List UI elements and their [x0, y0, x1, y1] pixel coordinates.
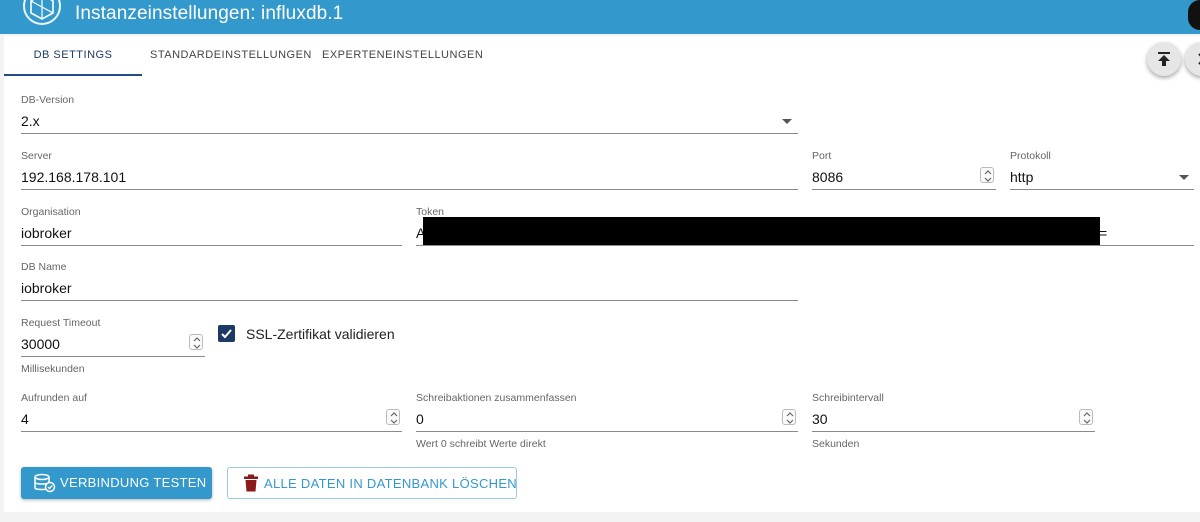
tab-label: STANDARDEINSTELLUNGEN — [150, 49, 312, 61]
token-input[interactable]: Token A = — [416, 206, 1194, 246]
field-underline — [21, 431, 402, 432]
checkmark-icon — [221, 329, 232, 339]
token-value-end: = — [1099, 225, 1108, 241]
tab-active-indicator — [4, 74, 142, 76]
organisation-value: iobroker — [21, 225, 72, 241]
window-control-icon[interactable] — [1188, 0, 1200, 30]
protocol-select[interactable]: Protokoll http — [1010, 150, 1194, 190]
tab-standardeinstellungen[interactable]: STANDARDEINSTELLUNGEN — [150, 36, 311, 76]
redaction-bar — [423, 217, 1100, 246]
interval-input[interactable]: Schreibintervall 30 Sekunden — [812, 392, 1095, 452]
interval-value: 30 — [812, 411, 828, 427]
stepper-arrows-icon — [193, 337, 201, 349]
field-underline — [21, 300, 798, 301]
database-check-icon — [34, 473, 56, 493]
field-underline — [21, 356, 205, 357]
server-label: Server — [21, 150, 52, 162]
dropdown-arrow-icon — [1179, 175, 1189, 180]
field-underline — [416, 245, 1194, 246]
db-name-value: iobroker — [21, 280, 72, 296]
tab-bar: DB SETTINGS STANDARDEINSTELLUNGEN EXPERT… — [4, 36, 704, 76]
stepper-arrows-icon — [984, 170, 992, 182]
organisation-label: Organisation — [21, 206, 81, 218]
dropdown-arrow-icon — [782, 119, 792, 124]
field-underline — [812, 431, 1095, 432]
field-underline — [21, 245, 402, 246]
delete-all-data-button[interactable]: ALLE DATEN IN DATENBANK LÖSCHEN — [227, 467, 517, 499]
round-label: Aufrunden auf — [21, 392, 87, 404]
request-timeout-helper: Millisekunden — [21, 363, 85, 375]
port-input[interactable]: Port 8086 — [812, 150, 996, 190]
batch-stepper[interactable] — [782, 409, 796, 425]
tab-label: DB SETTINGS — [33, 49, 113, 61]
round-input[interactable]: Aufrunden auf 4 — [21, 392, 402, 432]
protocol-value: http — [1010, 169, 1034, 185]
stepper-arrows-icon — [390, 412, 398, 424]
tab-experteneinstellungen[interactable]: EXPERTENEINSTELLUNGEN — [322, 36, 483, 76]
db-name-label: DB Name — [21, 261, 67, 273]
iobroker-logo-icon — [23, 0, 61, 25]
app-header: Instanzeinstellungen: influxdb.1 — [0, 0, 1200, 34]
db-version-label: DB-Version — [21, 94, 75, 106]
request-timeout-label: Request Timeout — [21, 317, 101, 329]
test-connection-label: VERBINDUNG TESTEN — [60, 475, 207, 490]
ssl-validate-label[interactable]: SSL-Zertifikat validieren — [246, 326, 395, 342]
delete-all-data-label: ALLE DATEN IN DATENBANK LÖSCHEN — [264, 476, 517, 491]
field-underline — [21, 133, 798, 134]
scroll-to-top-icon — [1158, 52, 1170, 66]
interval-stepper[interactable] — [1079, 409, 1093, 425]
field-underline — [1010, 189, 1194, 190]
server-value: 192.168.178.101 — [21, 169, 127, 185]
batch-value: 0 — [416, 411, 424, 427]
server-input[interactable]: Server 192.168.178.101 — [21, 150, 798, 190]
tab-label: EXPERTENEINSTELLUNGEN — [322, 49, 484, 61]
protocol-label: Protokoll — [1010, 150, 1051, 162]
field-underline — [812, 189, 996, 190]
stepper-arrows-icon — [786, 412, 794, 424]
tab-db-settings[interactable]: DB SETTINGS — [4, 36, 142, 76]
chevron-right-icon — [1198, 53, 1200, 65]
db-version-select[interactable]: DB-Version 2.x — [21, 94, 798, 134]
batch-label: Schreibaktionen zusammenfassen — [416, 392, 577, 404]
request-timeout-value: 30000 — [21, 336, 60, 352]
port-label: Port — [812, 150, 832, 162]
interval-label: Schreibintervall — [812, 392, 884, 404]
request-timeout-stepper[interactable] — [189, 334, 203, 350]
ssl-validate-checkbox[interactable] — [218, 325, 235, 342]
batch-input[interactable]: Schreibaktionen zusammenfassen 0 Wert 0 … — [416, 392, 798, 452]
scroll-to-top-button[interactable] — [1147, 42, 1181, 76]
trash-icon — [244, 474, 258, 492]
batch-helper: Wert 0 schreibt Werte direkt — [416, 438, 546, 450]
port-value: 8086 — [812, 169, 844, 185]
page-title: Instanzeinstellungen: influxdb.1 — [75, 3, 344, 24]
round-stepper[interactable] — [386, 409, 400, 425]
test-connection-button[interactable]: VERBINDUNG TESTEN — [21, 467, 212, 499]
db-version-value: 2.x — [21, 113, 40, 129]
interval-helper: Sekunden — [812, 438, 860, 450]
field-underline — [416, 431, 798, 432]
organisation-input[interactable]: Organisation iobroker — [21, 206, 402, 246]
port-stepper[interactable] — [980, 167, 994, 183]
round-value: 4 — [21, 411, 29, 427]
field-underline — [21, 189, 798, 190]
request-timeout-input[interactable]: Request Timeout 30000 Millisekunden — [21, 317, 205, 377]
db-name-input[interactable]: DB Name iobroker — [21, 261, 798, 301]
stepper-arrows-icon — [1083, 412, 1091, 424]
